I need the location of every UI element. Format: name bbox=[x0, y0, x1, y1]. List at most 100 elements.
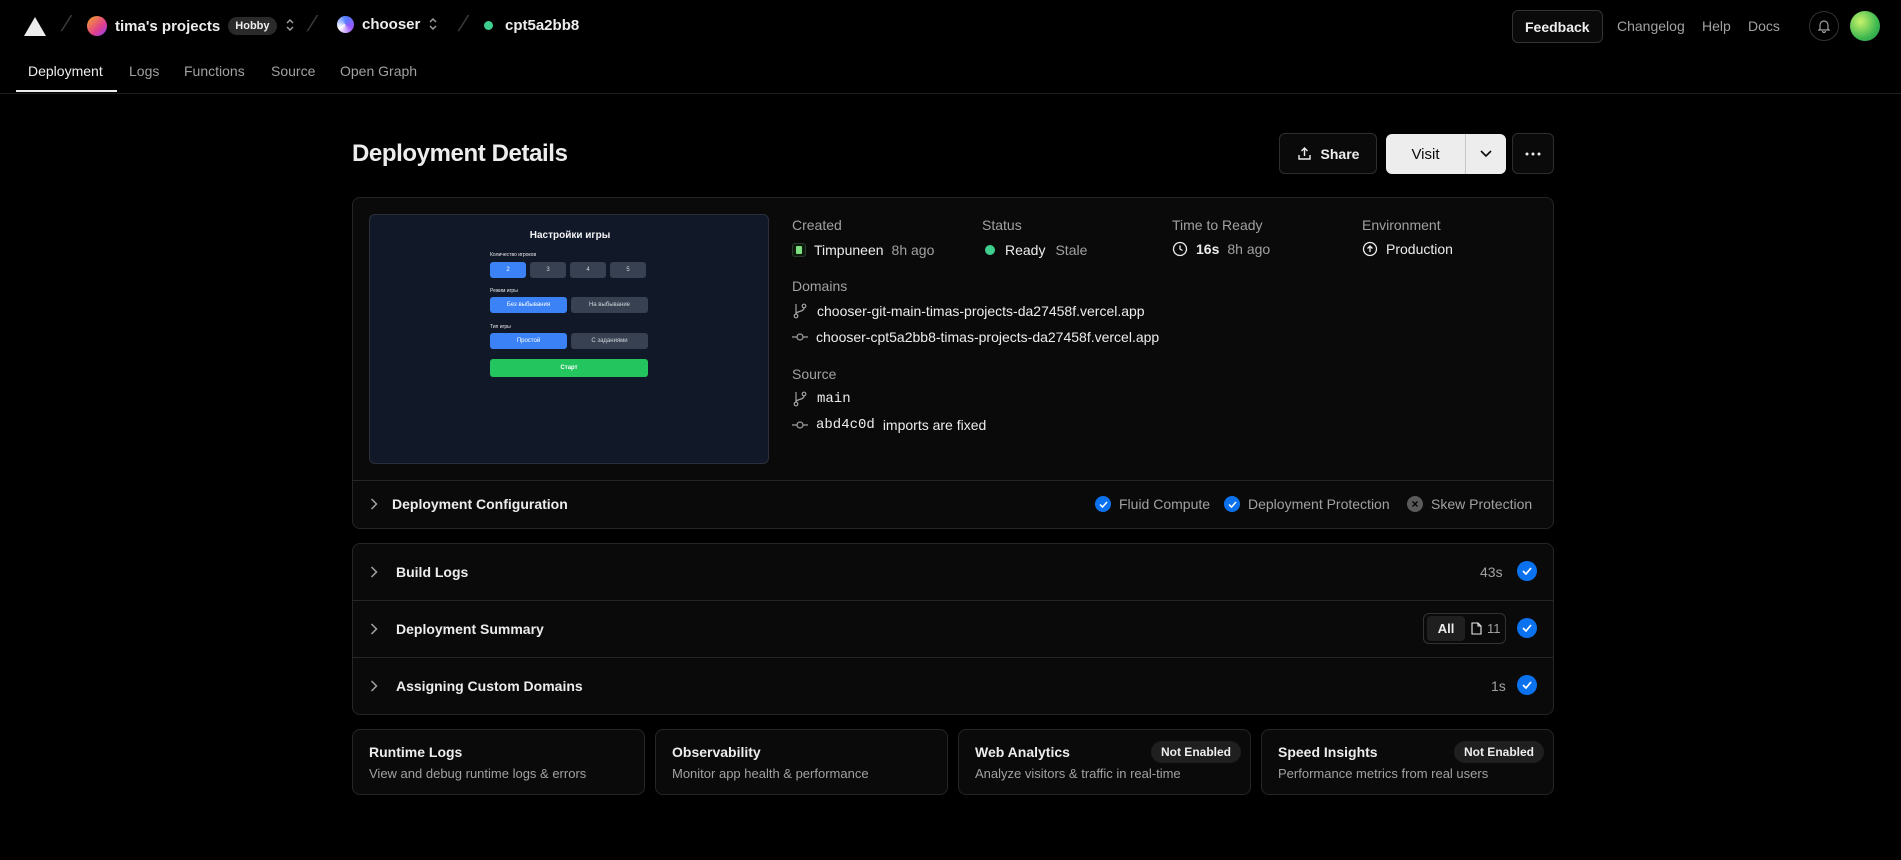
environment-value[interactable]: Production bbox=[1362, 241, 1453, 257]
chevron-down-icon bbox=[1480, 150, 1492, 158]
web-analytics-card[interactable]: Web Analytics Not Enabled Analyze visito… bbox=[958, 729, 1251, 795]
observability-card[interactable]: Observability Monitor app health & perfo… bbox=[655, 729, 948, 795]
card-title: Web Analytics bbox=[975, 744, 1070, 760]
card-description: Monitor app health & performance bbox=[672, 766, 869, 781]
vercel-logo-icon[interactable] bbox=[24, 17, 46, 39]
deployment-configuration-toggle[interactable]: Deployment Configuration bbox=[370, 496, 568, 512]
breadcrumb-separator: / bbox=[304, 11, 320, 36]
breadcrumb-separator: / bbox=[58, 11, 74, 36]
deployment-id: cpt5a2bb8 bbox=[505, 17, 580, 34]
preview-player-option: 4 bbox=[570, 262, 606, 278]
domains-label: Domains bbox=[792, 278, 848, 294]
preview-player-option: 2 bbox=[490, 262, 526, 278]
git-commit-icon bbox=[792, 421, 808, 429]
environment-name: Production bbox=[1386, 241, 1453, 257]
feature-label: Skew Protection bbox=[1431, 496, 1533, 512]
plan-badge: Hobby bbox=[228, 17, 277, 35]
card-description: View and debug runtime logs & errors bbox=[369, 766, 587, 781]
tab-open-graph[interactable]: Open Graph bbox=[340, 63, 417, 79]
file-icon bbox=[1471, 622, 1482, 635]
git-branch-icon bbox=[793, 303, 807, 319]
scope-switcher[interactable]: tima's projects Hobby bbox=[87, 16, 295, 36]
feedback-button[interactable]: Feedback bbox=[1512, 10, 1603, 43]
assigning-domains-toggle[interactable]: Assigning Custom Domains bbox=[370, 678, 583, 694]
build-logs-toggle[interactable]: Build Logs bbox=[370, 564, 468, 580]
created-value: Timpuneen 8h ago bbox=[792, 242, 934, 258]
user-avatar[interactable] bbox=[1850, 11, 1880, 41]
chevron-updown-icon[interactable] bbox=[428, 17, 438, 33]
chevron-updown-icon[interactable] bbox=[285, 18, 295, 34]
git-commit-icon bbox=[792, 333, 808, 341]
docs-link[interactable]: Docs bbox=[1748, 18, 1780, 34]
notifications-bell-icon[interactable] bbox=[1809, 11, 1839, 41]
commit-hash: abd4c0d bbox=[816, 417, 875, 433]
preview-players-label: Количество игроков bbox=[490, 252, 537, 258]
source-commit[interactable]: abd4c0d imports are fixed bbox=[792, 417, 986, 433]
time-to-ready-value: 16s 8h ago bbox=[1172, 241, 1270, 257]
chevron-right-icon bbox=[370, 498, 378, 510]
source-label: Source bbox=[792, 366, 837, 382]
section-divider bbox=[353, 657, 1553, 658]
ready-dot bbox=[985, 245, 995, 255]
domain-link[interactable]: chooser-cpt5a2bb8-timas-projects-da27458… bbox=[816, 329, 1159, 345]
domain-item[interactable]: chooser-cpt5a2bb8-timas-projects-da27458… bbox=[792, 329, 1159, 345]
more-options-button[interactable] bbox=[1512, 133, 1554, 174]
preview-type-label: Тип игры bbox=[490, 324, 511, 330]
status-value: Ready Stale bbox=[985, 242, 1087, 258]
git-branch-icon bbox=[793, 391, 807, 407]
section-divider bbox=[353, 600, 1553, 601]
tab-logs[interactable]: Logs bbox=[129, 63, 159, 79]
build-logs-duration: 43s bbox=[1480, 564, 1503, 580]
project-name: chooser bbox=[362, 16, 421, 33]
production-icon bbox=[1362, 241, 1378, 257]
tab-source[interactable]: Source bbox=[271, 63, 315, 79]
deployment-crumb[interactable]: cpt5a2bb8 bbox=[484, 17, 579, 34]
summary-filter[interactable]: All 11 bbox=[1423, 613, 1506, 644]
domain-link[interactable]: chooser-git-main-timas-projects-da27458f… bbox=[817, 303, 1145, 319]
card-title: Runtime Logs bbox=[369, 744, 463, 760]
status-ready: Ready bbox=[1005, 242, 1046, 258]
card-title: Observability bbox=[672, 744, 761, 760]
deployment-summary-toggle[interactable]: Deployment Summary bbox=[370, 621, 544, 637]
time-to-ready-label: Time to Ready bbox=[1172, 217, 1263, 233]
not-enabled-badge: Not Enabled bbox=[1453, 741, 1544, 763]
visit-button-group: Visit bbox=[1386, 134, 1506, 174]
card-description: Analyze visitors & traffic in real-time bbox=[975, 766, 1181, 781]
scope-avatar bbox=[87, 16, 107, 36]
help-link[interactable]: Help bbox=[1702, 18, 1731, 34]
visit-button[interactable]: Visit bbox=[1386, 134, 1466, 174]
speed-insights-card[interactable]: Speed Insights Not Enabled Performance m… bbox=[1261, 729, 1554, 795]
created-label: Created bbox=[792, 217, 842, 233]
changelog-link[interactable]: Changelog bbox=[1617, 18, 1685, 34]
page-title: Deployment Details bbox=[352, 140, 568, 167]
chevron-right-icon bbox=[370, 566, 378, 578]
share-label: Share bbox=[1320, 145, 1360, 162]
runtime-logs-card[interactable]: Runtime Logs View and debug runtime logs… bbox=[352, 729, 645, 795]
source-branch[interactable]: main bbox=[793, 391, 851, 407]
status-dot bbox=[484, 21, 493, 30]
visit-dropdown-button[interactable] bbox=[1466, 134, 1506, 174]
not-enabled-badge: Not Enabled bbox=[1150, 741, 1241, 763]
card-divider bbox=[353, 480, 1553, 481]
feature-deployment-protection: Deployment Protection bbox=[1224, 496, 1390, 512]
domain-item[interactable]: chooser-git-main-timas-projects-da27458f… bbox=[793, 303, 1145, 319]
check-icon bbox=[1517, 561, 1537, 581]
preview-type-option: С заданиями bbox=[571, 333, 648, 349]
branch-name: main bbox=[817, 391, 851, 407]
tab-functions[interactable]: Functions bbox=[184, 63, 245, 79]
feature-label: Deployment Protection bbox=[1248, 496, 1390, 512]
ttr-time: 8h ago bbox=[1227, 241, 1271, 257]
filter-files[interactable]: 11 bbox=[1471, 621, 1501, 636]
created-time: 8h ago bbox=[891, 242, 935, 258]
preview-player-option: 3 bbox=[530, 262, 566, 278]
tab-deployment[interactable]: Deployment bbox=[28, 63, 103, 79]
project-switcher[interactable]: chooser bbox=[337, 16, 438, 33]
created-user[interactable]: Timpuneen bbox=[814, 242, 884, 258]
filter-all[interactable]: All bbox=[1427, 616, 1465, 641]
chevron-right-icon bbox=[370, 680, 378, 692]
share-button[interactable]: Share bbox=[1279, 133, 1377, 174]
deployment-summary-title: Deployment Summary bbox=[396, 621, 544, 637]
preview-mode-option: На выбывание bbox=[571, 297, 648, 313]
x-icon bbox=[1407, 496, 1423, 512]
deployment-preview[interactable]: Настройки игры Количество игроков 2 3 4 … bbox=[369, 214, 769, 464]
